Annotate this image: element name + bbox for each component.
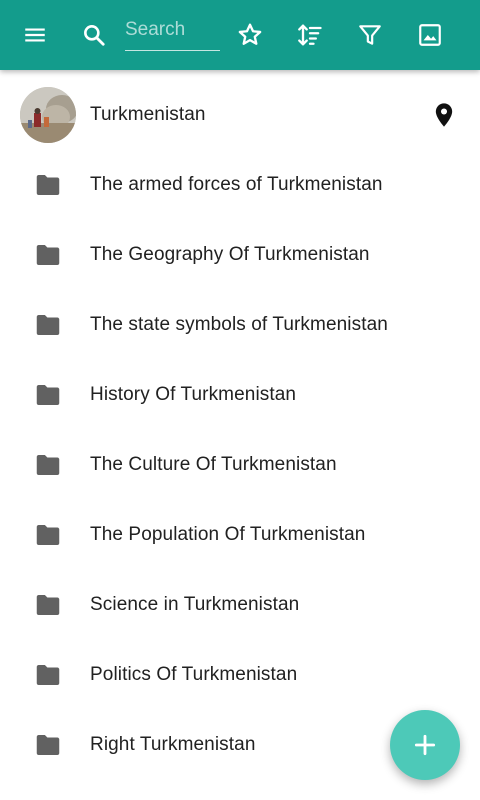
list-item-label: The Geography Of Turkmenistan [90,244,370,265]
avatar [20,87,76,143]
list-item[interactable]: The state symbols of Turkmenistan [0,290,480,360]
search-input[interactable] [125,14,220,46]
search-icon [84,25,105,46]
avatar-container [20,87,76,143]
image-icon [419,24,441,46]
list-item-label: The state symbols of Turkmenistan [90,314,388,335]
folder-icon [36,665,60,685]
filter-button[interactable] [350,15,390,55]
add-button[interactable] [390,710,460,780]
menu-button[interactable] [15,15,55,55]
top-app-bar [0,0,480,70]
filter-icon [359,25,381,45]
folder-icon [36,595,60,615]
list-item[interactable]: The Culture Of Turkmenistan [0,430,480,500]
list-item-label: The armed forces of Turkmenistan [90,174,383,195]
list-item[interactable]: The Geography Of Turkmenistan [0,220,480,290]
search-field[interactable] [125,14,220,51]
list-item-label: The Population Of Turkmenistan [90,524,366,545]
sort-button[interactable] [290,15,330,55]
list-item-label: Politics Of Turkmenistan [90,664,298,685]
list-item-label: The Culture Of Turkmenistan [90,454,337,475]
list-item-label: Science in Turkmenistan [90,594,300,615]
list-item[interactable]: The Population Of Turkmenistan [0,500,480,570]
list-item[interactable]: History Of Turkmenistan [0,360,480,430]
map-pin-button[interactable] [430,101,458,129]
list-item-turkmenistan[interactable]: Turkmenistan [0,80,480,150]
folder-icon [36,175,60,195]
folder-icon [36,455,60,475]
list-item-label: History Of Turkmenistan [90,384,297,405]
folder-icon [36,525,60,545]
menu-icon [25,28,45,42]
image-button[interactable] [410,15,450,55]
list-item[interactable]: The armed forces of Turkmenistan [0,150,480,220]
list-item[interactable]: Science in Turkmenistan [0,570,480,640]
sort-icon [298,24,322,46]
star-outline-icon [238,23,262,45]
list-item-label: Turkmenistan [90,104,206,125]
plus-icon [414,734,436,756]
list-item-label: Right Turkmenistan [90,734,256,755]
favorites-button[interactable] [230,15,270,55]
photo-thumbnail [20,87,76,143]
list-item[interactable]: Politics Of Turkmenistan [0,640,480,710]
folder-icon [36,245,60,265]
category-list: Turkmenistan The armed forces of Turkmen… [0,80,480,780]
search-button[interactable] [74,15,114,55]
folder-icon [36,385,60,405]
folder-icon [36,315,60,335]
folder-icon [36,735,60,755]
map-pin-icon [435,103,453,127]
